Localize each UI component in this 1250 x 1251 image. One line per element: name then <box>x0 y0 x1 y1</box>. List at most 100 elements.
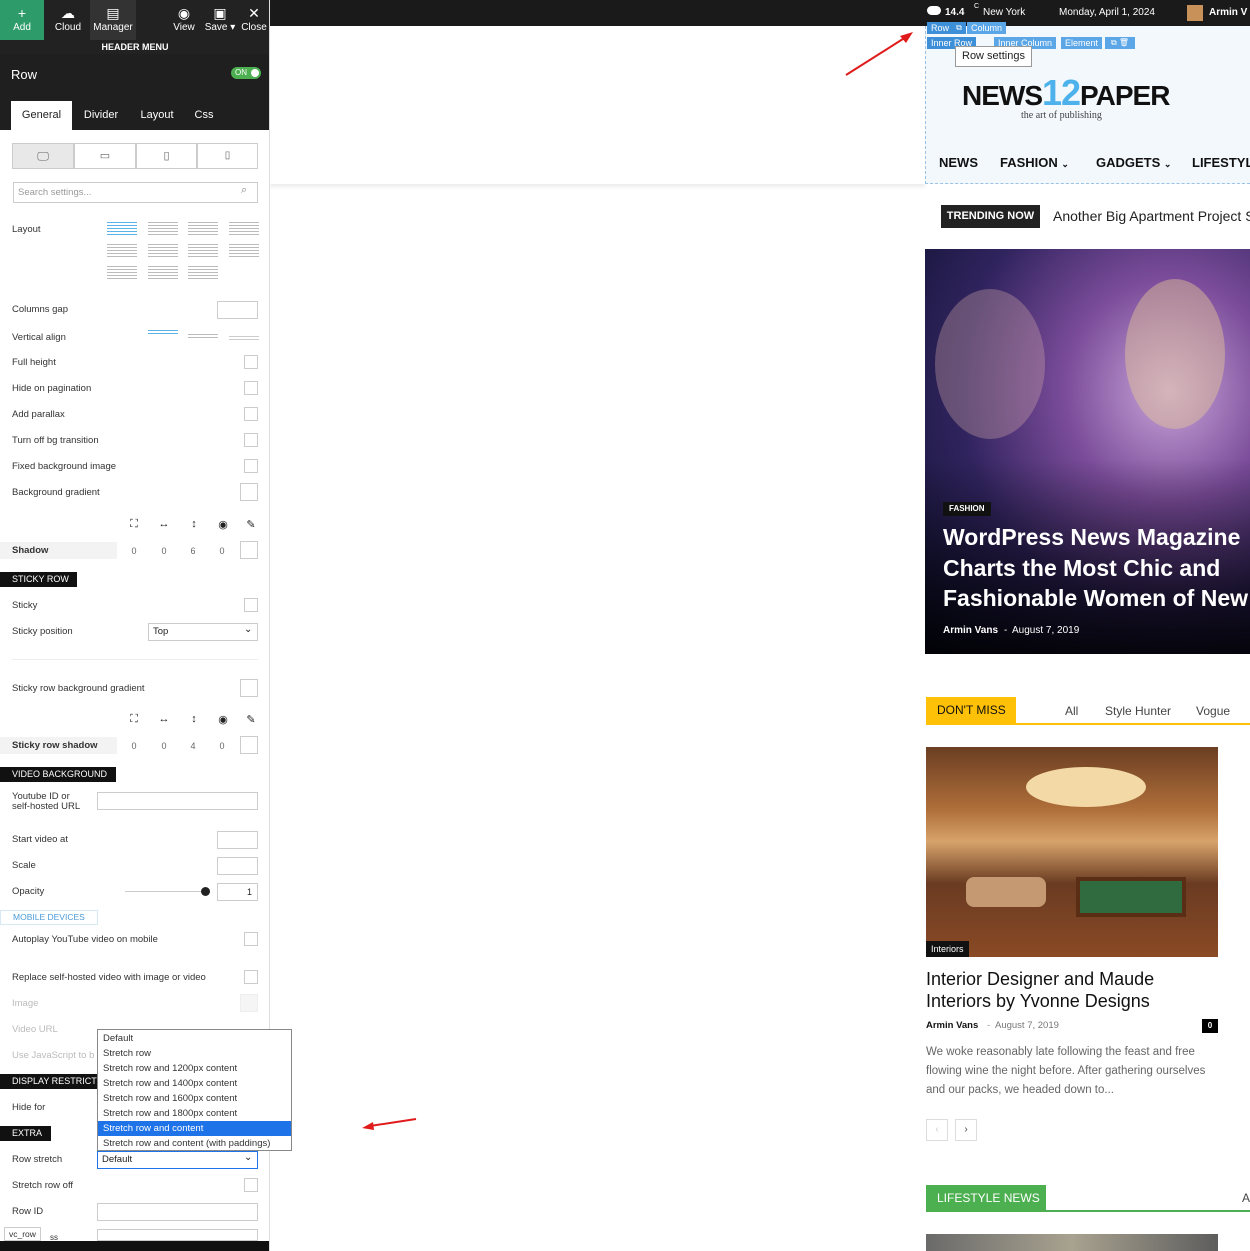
article-author[interactable]: Armin Vans <box>926 1020 978 1031</box>
layout-option[interactable] <box>148 266 178 280</box>
shadow-blur-value[interactable]: 0 <box>216 546 228 556</box>
comment-count-badge[interactable]: 0 <box>1202 1019 1218 1033</box>
parallax-checkbox[interactable] <box>244 407 258 421</box>
lifestyle-tab-all[interactable]: A <box>1242 1191 1250 1205</box>
tab-style-hunter[interactable]: Style Hunter <box>1105 704 1171 718</box>
layout-option[interactable] <box>229 222 259 236</box>
user-avatar[interactable] <box>1187 5 1203 21</box>
dropdown-option[interactable]: Stretch row and 1800px content <box>98 1106 291 1121</box>
valign-bottom-option[interactable] <box>229 336 259 340</box>
header-row-area[interactable] <box>270 26 925 184</box>
dropdown-option[interactable]: Stretch row and content (with paddings) <box>98 1136 291 1151</box>
tab-divider[interactable]: Divider <box>78 101 124 130</box>
dropdown-option[interactable]: Stretch row <box>98 1046 291 1061</box>
dropdown-option[interactable]: Stretch row and 1200px content <box>98 1061 291 1076</box>
nav-news[interactable]: NEWS <box>939 155 978 170</box>
row-stretch-select[interactable]: Default <box>97 1151 258 1169</box>
layout-option-1col[interactable] <box>107 222 137 236</box>
sticky-shadow-color-picker[interactable] <box>240 736 258 754</box>
tab-general[interactable]: General <box>11 101 72 130</box>
youtube-url-input[interactable] <box>97 792 258 810</box>
bg-transition-checkbox[interactable] <box>244 433 258 447</box>
row-toggle[interactable]: ON <box>231 67 261 79</box>
tab-css[interactable]: Css <box>188 101 220 130</box>
device-desktop-button[interactable]: 🖵 <box>12 143 74 169</box>
autoplay-checkbox[interactable] <box>244 932 258 946</box>
article-image[interactable] <box>926 747 1218 957</box>
builder-row-button[interactable]: Row <box>927 22 954 34</box>
tab-vogue[interactable]: Vogue <box>1196 704 1230 718</box>
sticky-shadow-spread-value[interactable]: 0 <box>128 741 140 751</box>
start-video-input[interactable] <box>217 831 258 849</box>
dropdown-option[interactable]: Stretch row and 1600px content <box>98 1091 291 1106</box>
sticky-bg-gradient-picker[interactable] <box>240 679 258 697</box>
sticky-shadow-blur-value[interactable]: 0 <box>216 741 228 751</box>
close-button[interactable]: ✕ Close <box>232 0 269 40</box>
shadow-color-picker[interactable] <box>240 541 258 559</box>
extra-class-input[interactable] <box>97 1229 258 1241</box>
nav-gadgets[interactable]: GADGETS ⌄ <box>1096 155 1171 170</box>
layout-option[interactable] <box>148 244 178 258</box>
next-page-button[interactable]: › <box>955 1119 977 1141</box>
nav-lifestyle[interactable]: LIFESTYLE <box>1192 155 1250 170</box>
tab-layout[interactable]: Layout <box>134 101 180 130</box>
builder-element-button[interactable]: Element <box>1061 37 1103 49</box>
manager-button[interactable]: ▤ Manager <box>90 0 136 40</box>
prev-page-button[interactable]: ‹ <box>926 1119 948 1141</box>
sticky-shadow-v-value[interactable]: 4 <box>187 741 199 751</box>
stretch-off-checkbox[interactable] <box>244 1178 258 1192</box>
hero-author[interactable]: Armin Vans <box>943 625 998 636</box>
bg-gradient-picker[interactable] <box>240 483 258 501</box>
layout-option[interactable] <box>188 244 218 258</box>
layout-option[interactable] <box>107 244 137 258</box>
user-name[interactable]: Armin V <box>1209 7 1247 18</box>
hero-title[interactable]: WordPress News Magazine Charts the Most … <box>943 522 1250 614</box>
full-height-checkbox[interactable] <box>244 355 258 369</box>
cloud-button[interactable]: ☁ Cloud <box>46 0 90 40</box>
layout-option[interactable] <box>107 266 137 280</box>
dropdown-option[interactable]: Default <box>98 1031 291 1046</box>
tab-all[interactable]: All <box>1065 704 1078 718</box>
sticky-position-select[interactable]: Top <box>148 623 258 641</box>
fixed-bg-checkbox[interactable] <box>244 459 258 473</box>
replace-video-checkbox[interactable] <box>244 970 258 984</box>
layout-option[interactable] <box>148 222 178 236</box>
sticky-checkbox[interactable] <box>244 598 258 612</box>
scale-input[interactable] <box>217 857 258 875</box>
dropdown-option-selected[interactable]: Stretch row and content <box>98 1121 291 1136</box>
search-settings-input[interactable]: Search settings... <box>13 182 258 203</box>
row-id-input[interactable] <box>97 1203 258 1221</box>
opacity-slider-track[interactable] <box>125 891 205 892</box>
shadow-h-value[interactable]: 0 <box>158 546 170 556</box>
valign-middle-option[interactable] <box>188 334 218 338</box>
opacity-input[interactable]: 1 <box>217 883 258 901</box>
article-title[interactable]: Interior Designer and Maude Interiors by… <box>926 968 1196 1012</box>
hero-category[interactable]: FASHION <box>943 502 991 516</box>
site-logo[interactable]: NEWS12PAPER <box>962 72 1170 113</box>
add-button[interactable]: + Add <box>0 0 44 40</box>
dropdown-option[interactable]: Stretch row and 1400px content <box>98 1076 291 1091</box>
device-laptop-button[interactable]: ▭ <box>74 143 136 169</box>
device-tablet-button[interactable]: ▯ <box>136 143 197 169</box>
sticky-shadow-h-value[interactable]: 0 <box>158 741 170 751</box>
device-phone-button[interactable]: ▯ <box>197 143 258 169</box>
layout-option[interactable] <box>229 244 259 258</box>
columns-gap-input[interactable] <box>217 301 258 319</box>
shadow-spread-value[interactable]: 0 <box>128 546 140 556</box>
builder-column-button[interactable]: Column <box>967 22 1007 34</box>
article-category[interactable]: Interiors <box>926 941 969 957</box>
hide-pagination-checkbox[interactable] <box>244 381 258 395</box>
builder-copy-icon[interactable]: ⧉ <box>952 22 966 34</box>
image-upload-button[interactable] <box>240 994 258 1012</box>
row-stretch-dropdown[interactable]: Default Stretch row Stretch row and 1200… <box>97 1029 292 1151</box>
layout-option[interactable] <box>188 266 218 280</box>
shadow-v-value[interactable]: 6 <box>187 546 199 556</box>
builder-delete-icon[interactable]: ⧉ 🗑 <box>1105 37 1135 49</box>
trending-text[interactable]: Another Big Apartment Project Sl <box>1053 208 1250 224</box>
nav-fashion[interactable]: FASHION ⌄ <box>1000 155 1069 170</box>
logo-news: NEWS <box>962 80 1043 111</box>
lifestyle-image[interactable] <box>926 1234 1218 1251</box>
opacity-slider-handle[interactable] <box>201 887 210 896</box>
layout-option[interactable] <box>188 222 218 236</box>
valign-top-option[interactable] <box>148 330 178 334</box>
